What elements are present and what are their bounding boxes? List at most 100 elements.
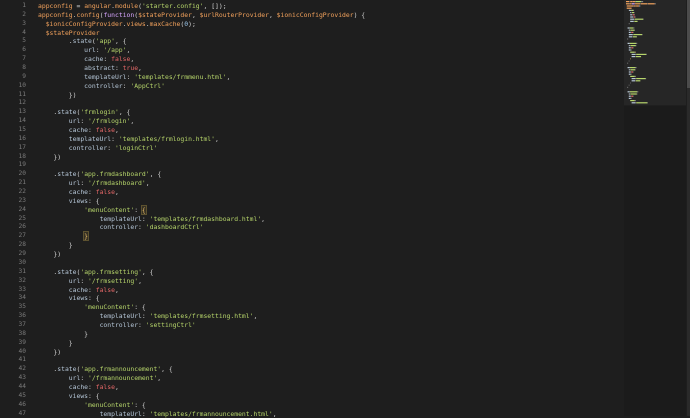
code-line[interactable]: .state('app', { — [38, 37, 618, 46]
code-line[interactable]: url: '/frmsetting', — [38, 277, 618, 286]
code-editor[interactable]: 1 2 3 4 5 6 7 8 9 10 11 12 13 14 15 16 17 18 19 20 21 22 23 24 2… — [0, 0, 690, 418]
code-token: false — [95, 188, 115, 197]
code-line[interactable]: }) — [38, 348, 618, 357]
minimap-token — [630, 75, 635, 77]
minimap-token — [633, 27, 635, 29]
code-line[interactable]: appconfig.config(function($stateProvider… — [38, 11, 618, 20]
code-line[interactable]: } — [38, 330, 618, 339]
code-line[interactable]: 'menuContent': { — [38, 401, 618, 410]
code-line[interactable]: templateUrl: 'templates/frmsetting.html'… — [38, 312, 618, 321]
code-line[interactable]: url: '/frmlogin', — [38, 117, 618, 126]
code-line[interactable]: abstract: true, — [38, 64, 618, 73]
code-line[interactable]: .state('app.frmdashboard', { — [38, 170, 618, 179]
code-line[interactable] — [38, 259, 618, 268]
code-token: cache — [68, 188, 89, 197]
code-line[interactable]: cache: false, — [38, 188, 618, 197]
minimap-token — [628, 31, 631, 33]
code-line[interactable]: templateUrl: 'templates/frmdashboard.htm… — [38, 215, 618, 224]
bracket-match: } — [83, 231, 89, 242]
code-line[interactable]: controller: 'AppCtrl' — [38, 82, 618, 91]
code-line[interactable]: views: { — [38, 294, 618, 303]
code-token: controller — [68, 143, 108, 152]
code-token: 'app.frmsetting' — [80, 267, 142, 276]
code-line[interactable]: templateUrl: 'templates/frmannouncement.… — [38, 410, 618, 418]
code-token: false — [95, 126, 115, 135]
minimap-token — [635, 78, 636, 80]
minimap-token — [632, 36, 633, 38]
code-line[interactable]: }) — [38, 250, 618, 259]
code-line[interactable]: $stateProvider — [38, 29, 618, 38]
line-number: 1 — [22, 2, 26, 9]
code-token: , — [114, 382, 119, 391]
code-token: templateUrl — [68, 134, 112, 143]
minimap-token — [641, 1, 644, 3]
code-area[interactable]: appconfig = angular.module('starter.conf… — [38, 2, 618, 418]
minimap-token — [631, 12, 635, 14]
minimap-token — [636, 5, 639, 7]
code-token: 'app' — [95, 37, 115, 46]
code-line[interactable]: url: '/frmannouncement', — [38, 374, 618, 383]
code-token: url — [84, 46, 96, 55]
minimap-token — [633, 16, 634, 18]
code-token: 'templates/frmsetting.html' — [149, 312, 254, 321]
code-line[interactable]: 'menuContent': { — [38, 303, 618, 312]
code-line[interactable]: }) — [38, 153, 618, 162]
code-line[interactable]: } — [38, 231, 618, 242]
code-line[interactable]: cache: false, — [38, 126, 618, 135]
code-line[interactable]: controller: 'dashboardCtrl' — [38, 223, 618, 232]
code-token: : — [111, 134, 119, 143]
code-line[interactable]: cache: false, — [38, 383, 618, 392]
code-line[interactable]: .state('app.frmsetting', { — [38, 268, 618, 277]
code-line[interactable]: cache: false, — [38, 286, 618, 295]
minimap-token — [630, 29, 635, 31]
code-line[interactable]: views: { — [38, 392, 618, 401]
minimap-token — [626, 3, 630, 5]
code-line[interactable]: } — [38, 241, 618, 250]
code-line[interactable]: templateUrl: 'templates/frmlogin.html', — [38, 135, 618, 144]
code-line[interactable] — [38, 161, 618, 170]
minimap-token — [629, 69, 631, 71]
code-line[interactable]: .state('frmlogin', { — [38, 108, 618, 117]
code-line[interactable]: .state('app.frmannouncement', { — [38, 365, 618, 374]
minimap-token — [634, 12, 635, 14]
minimap-token — [635, 3, 640, 5]
code-line[interactable]: 'menuContent': { — [38, 204, 618, 215]
minimap-token — [634, 5, 636, 7]
code-token: $stateProvider — [45, 28, 100, 37]
minimap-token — [633, 36, 637, 38]
line-number: 29 — [18, 250, 26, 258]
code-line[interactable]: templateUrl: 'templates/frmmenu.html', — [38, 73, 618, 82]
minimap-token — [628, 49, 631, 51]
code-line[interactable] — [38, 99, 618, 108]
code-token: views — [68, 294, 89, 303]
minimap[interactable] — [624, 0, 686, 416]
line-number: 7 — [22, 55, 26, 63]
minimap-token — [631, 31, 633, 33]
code-line[interactable]: $ionicConfigProvider.views.maxCache(0); — [38, 20, 618, 29]
code-token: state — [57, 108, 77, 117]
code-line[interactable]: cache: false, — [38, 55, 618, 64]
minimap-token — [627, 67, 630, 69]
code-token: : — [107, 143, 115, 152]
minimap-token — [634, 20, 638, 22]
code-line[interactable]: controller: 'settingCtrl' — [38, 321, 618, 330]
code-line[interactable]: views: { — [38, 197, 618, 206]
minimap-token — [630, 93, 637, 95]
code-line[interactable]: }) — [38, 91, 618, 100]
minimap-token — [630, 97, 632, 99]
code-line[interactable]: url: '/frmdashboard', — [38, 179, 618, 188]
code-line[interactable]: appconfig = angular.module('starter.conf… — [38, 2, 618, 11]
code-line[interactable] — [38, 356, 618, 365]
code-line[interactable]: controller: 'loginCtrl' — [38, 144, 618, 153]
code-line[interactable]: url: '/app', — [38, 46, 618, 55]
code-line[interactable]: } — [38, 339, 618, 348]
minimap-token — [630, 58, 631, 60]
code-token: '/frmlogin' — [88, 117, 131, 126]
